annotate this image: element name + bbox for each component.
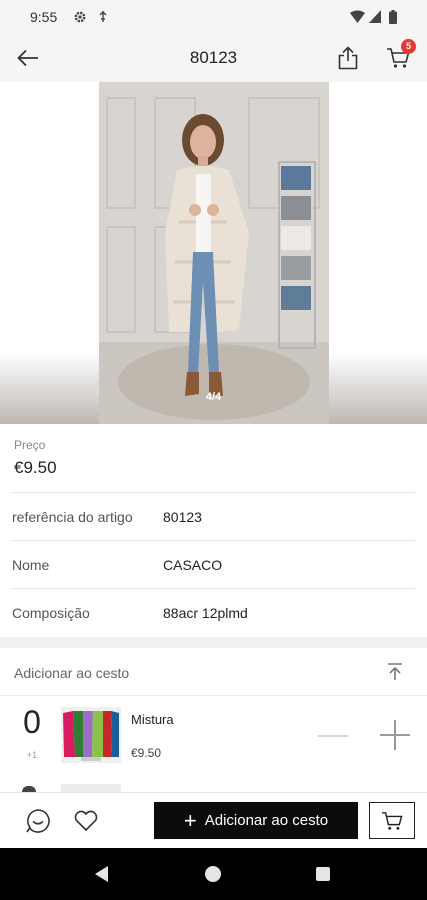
product-gallery[interactable]: 4/4: [0, 82, 427, 424]
share-icon: [338, 46, 358, 70]
share-button[interactable]: [332, 42, 364, 74]
view-cart-button[interactable]: [369, 802, 415, 839]
cart-icon: [382, 811, 403, 830]
status-time: 9:55: [30, 9, 58, 25]
plus-icon: +: [183, 807, 197, 833]
signal-icon: [369, 10, 381, 23]
nav-back-icon[interactable]: [95, 866, 109, 882]
scroll-to-top-icon[interactable]: [385, 662, 405, 682]
gallery-counter: 4/4: [205, 391, 222, 403]
battery-icon: [389, 10, 397, 24]
variant-thumbnail: [61, 707, 121, 763]
usb-icon: [99, 11, 107, 22]
chat-icon[interactable]: [24, 807, 52, 835]
info-row-reference: referência do artigo 80123: [12, 492, 415, 540]
add-to-cart-button[interactable]: + Adicionar ao cesto: [154, 802, 358, 839]
heart-icon[interactable]: [72, 807, 100, 835]
info-row-value: CASACO: [163, 557, 223, 573]
variant-price: €9.50: [131, 746, 162, 760]
section-divider: [0, 637, 427, 648]
settings-icon: [74, 11, 86, 23]
gallery-shade-left: [0, 352, 99, 424]
info-row-label: referência do artigo: [12, 509, 133, 525]
nav-home-icon[interactable]: [205, 866, 221, 882]
decrease-quantity-button[interactable]: [316, 724, 350, 748]
bottom-action-bar: + Adicionar ao cesto: [0, 792, 427, 848]
cart-button[interactable]: 5: [382, 39, 416, 74]
variant-name: Mistura: [131, 712, 174, 727]
info-row-name: Nome CASACO: [12, 540, 415, 588]
price-value: €9.50: [14, 458, 57, 477]
app-bar: 80123 5: [0, 34, 427, 82]
info-row-label: Composição: [12, 605, 90, 621]
info-row-value: 88acr 12plmd: [163, 605, 248, 621]
model-illustration: [99, 82, 329, 424]
add-to-cart-label: Adicionar ao cesto: [204, 812, 329, 829]
system-nav-bar: [0, 848, 427, 900]
gallery-shade-right: [328, 352, 427, 424]
info-row-composition: Composição 88acr 12plmd: [12, 588, 415, 636]
info-row-label: Nome: [12, 557, 50, 573]
increase-quantity-button[interactable]: [378, 718, 412, 752]
quantity-step: +1: [26, 750, 38, 760]
status-bar: 9:55: [0, 0, 427, 34]
info-row-value: 80123: [163, 509, 202, 525]
variant-row: 0 +1 Mistura €9.50: [0, 696, 427, 786]
quantity-value: 0: [23, 704, 41, 740]
next-row-peek-thumbnail: [61, 784, 121, 792]
add-to-cart-header: Adicionar ao cesto: [0, 648, 427, 696]
add-to-cart-heading: Adicionar ao cesto: [14, 665, 130, 681]
product-photo: [99, 82, 329, 424]
price-label: Preço: [14, 438, 46, 452]
nav-recents-icon[interactable]: [316, 867, 330, 881]
cart-badge: 5: [401, 39, 416, 54]
wifi-icon: [350, 10, 365, 23]
